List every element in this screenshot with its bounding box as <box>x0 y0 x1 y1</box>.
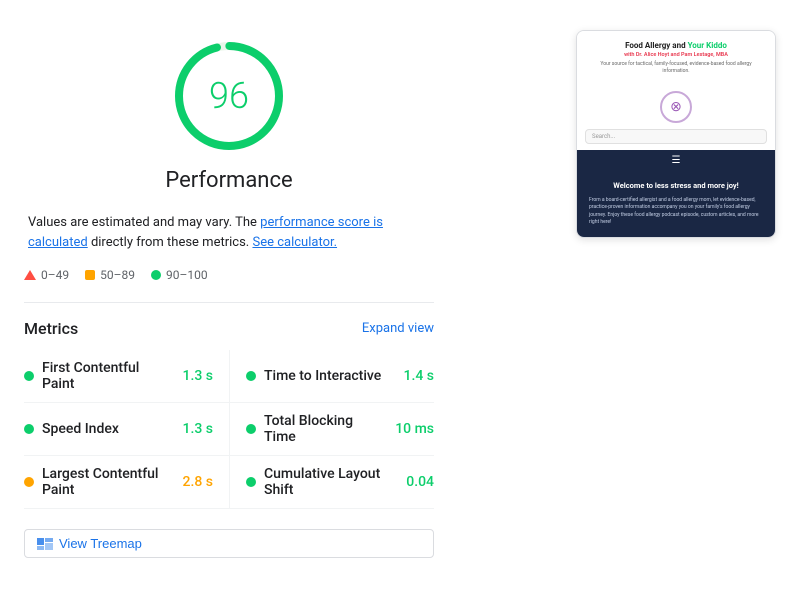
metric-value-tti: 1.4 s <box>404 368 435 384</box>
metrics-grid: First Contentful Paint 1.3 s Time to Int… <box>24 350 434 509</box>
divider <box>24 302 434 303</box>
metric-row-tti: Time to Interactive 1.4 s <box>229 350 434 403</box>
calculator-link[interactable]: See calculator. <box>252 235 337 250</box>
legend-item-fail: 0–49 <box>24 268 69 282</box>
preview-authors: with Dr. Alice Hoyt and Pam Lestage, MBA <box>589 52 763 58</box>
legend-item-good: 90–100 <box>151 268 208 282</box>
metric-value-si: 1.3 s <box>183 421 214 437</box>
metric-name-si: Speed Index <box>42 421 175 437</box>
main-container: 96 Performance Values are estimated and … <box>0 0 800 600</box>
score-circle: 96 <box>169 36 289 156</box>
circle-icon <box>151 270 161 280</box>
preview-hero-text: From a board-certified allergist and a f… <box>589 197 763 227</box>
metric-row-cls: Cumulative Layout Shift 0.04 <box>229 456 434 509</box>
metrics-title: Metrics <box>24 319 78 338</box>
legend-average-label: 50–89 <box>100 268 135 282</box>
metric-name-fcp: First Contentful Paint <box>42 360 175 392</box>
metric-value-fcp: 1.3 s <box>183 368 214 384</box>
metric-dot-lcp <box>24 477 34 487</box>
metric-row-tbt: Total Blocking Time 10 ms <box>229 403 434 456</box>
metric-name-tbt: Total Blocking Time <box>264 413 387 445</box>
score-label: Performance <box>165 168 292 193</box>
preview-title-part1: Food Allergy and <box>625 41 687 50</box>
preview-header: Food Allergy and Your Kiddo with Dr. Ali… <box>577 31 775 83</box>
preview-search-bar: Search... <box>585 129 767 144</box>
metric-value-tbt: 10 ms <box>395 421 434 437</box>
preview-title-part2: Your Kiddo <box>688 41 727 50</box>
preview-nav: ☰ <box>577 150 775 171</box>
right-panel: Food Allergy and Your Kiddo with Dr. Ali… <box>454 20 776 580</box>
metric-row-si: Speed Index 1.3 s <box>24 403 229 456</box>
metric-name-cls: Cumulative Layout Shift <box>264 466 398 498</box>
desc-text1: Values are estimated and may vary. The <box>28 215 260 230</box>
triangle-icon <box>24 270 36 280</box>
metric-dot-fcp <box>24 371 34 381</box>
square-icon <box>85 270 95 280</box>
treemap-label: View Treemap <box>59 536 142 551</box>
treemap-svg <box>37 538 53 550</box>
metric-name-lcp: Largest Contentful Paint <box>42 466 175 498</box>
metric-dot-si <box>24 424 34 434</box>
metric-dot-cls <box>246 477 256 487</box>
metric-name-tti: Time to Interactive <box>264 368 396 384</box>
description-text: Values are estimated and may vary. The p… <box>24 213 434 252</box>
left-panel: 96 Performance Values are estimated and … <box>24 20 434 580</box>
view-treemap-button[interactable]: View Treemap <box>24 529 434 558</box>
preview-hero: Welcome to less stress and more joy! Fro… <box>577 171 775 237</box>
desc-text2: directly from these metrics. <box>88 235 253 250</box>
metric-dot-tti <box>246 371 256 381</box>
metric-row-lcp: Largest Contentful Paint 2.8 s <box>24 456 229 509</box>
metric-value-cls: 0.04 <box>406 474 434 490</box>
preview-site-title: Food Allergy and Your Kiddo <box>589 41 763 51</box>
preview-logo-circle: ⊗ <box>660 91 692 123</box>
score-number: 96 <box>209 75 249 117</box>
preview-logo-area: ⊗ <box>577 83 775 129</box>
preview-logo-symbol: ⊗ <box>670 99 682 115</box>
legend-good-label: 90–100 <box>166 268 208 282</box>
expand-view-link[interactable]: Expand view <box>362 321 434 336</box>
preview-menu-icon: ☰ <box>672 155 681 166</box>
score-section: 96 Performance <box>24 20 434 201</box>
metric-value-lcp: 2.8 s <box>183 474 214 490</box>
treemap-icon <box>37 538 53 550</box>
preview-tagline: Your source for tactical, family-focused… <box>589 61 763 75</box>
legend-fail-label: 0–49 <box>41 268 69 282</box>
website-preview: Food Allergy and Your Kiddo with Dr. Ali… <box>576 30 776 238</box>
legend-item-average: 50–89 <box>85 268 135 282</box>
metric-row-fcp: First Contentful Paint 1.3 s <box>24 350 229 403</box>
preview-search-placeholder: Search... <box>592 133 615 140</box>
preview-hero-title: Welcome to less stress and more joy! <box>589 181 763 192</box>
metric-dot-tbt <box>246 424 256 434</box>
metrics-header: Metrics Expand view <box>24 319 434 338</box>
legend: 0–49 50–89 90–100 <box>24 264 434 286</box>
